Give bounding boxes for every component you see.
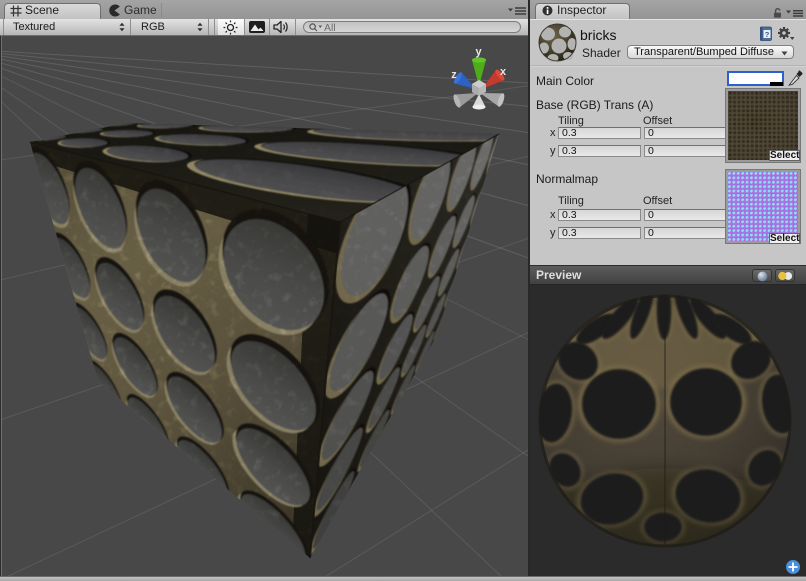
svg-text:x: x (500, 66, 507, 78)
svg-text:y: y (475, 46, 482, 58)
svg-text:?: ? (765, 30, 770, 39)
svg-text:z: z (451, 69, 457, 81)
